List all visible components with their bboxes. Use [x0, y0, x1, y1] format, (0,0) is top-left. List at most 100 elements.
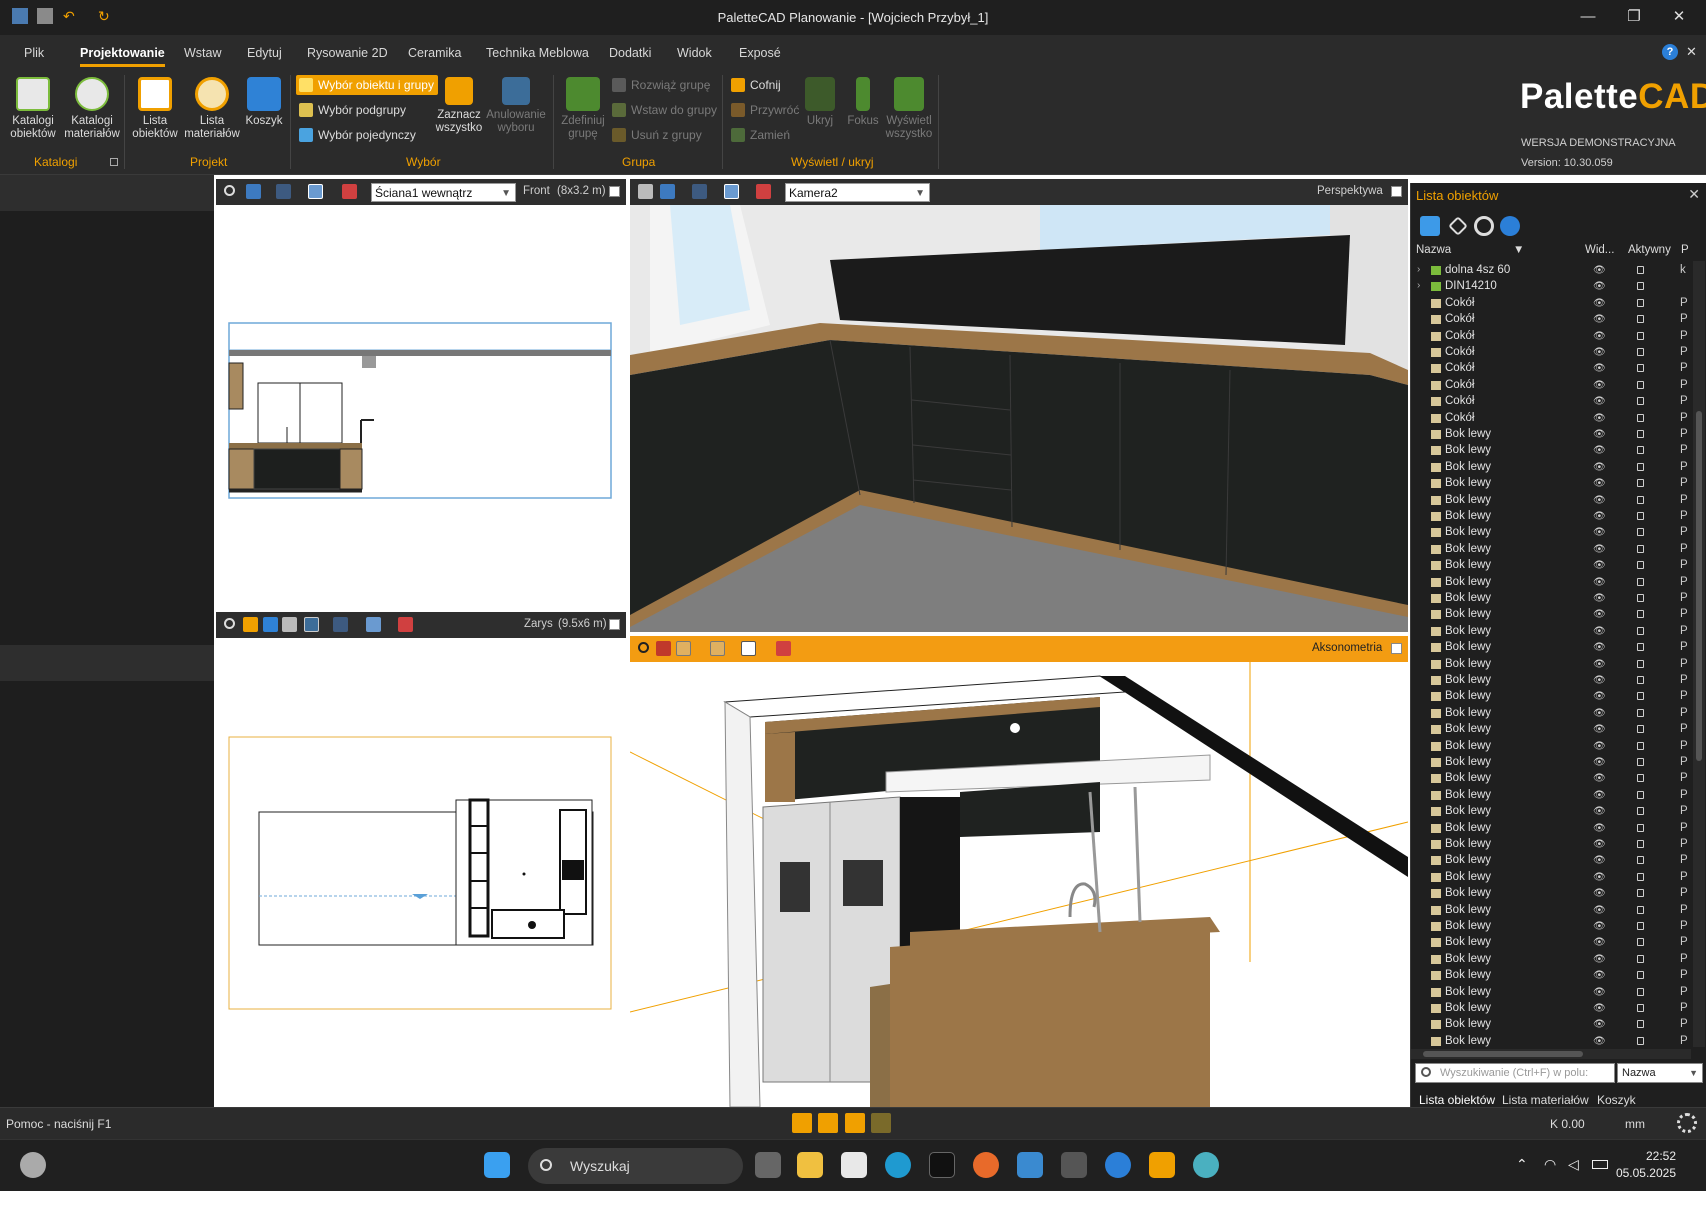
scrollbar-thumb[interactable] [1696, 411, 1702, 761]
visibility-icon[interactable]: 👁 [1593, 657, 1606, 673]
visibility-icon[interactable]: 👁 [1593, 935, 1606, 951]
cofnij-button[interactable]: Cofnij [728, 75, 781, 95]
wall-select[interactable]: Ściana1 wewnątrz ▼ [371, 183, 516, 202]
tab-lista-obiektow[interactable]: Lista obiektów [1419, 1093, 1495, 1107]
snap-icon[interactable] [792, 1113, 812, 1133]
fokus-button[interactable]: Fokus [843, 77, 883, 128]
lock-icon[interactable] [1637, 594, 1644, 602]
visibility-icon[interactable]: 👁 [1593, 919, 1606, 935]
visibility-icon[interactable]: 👁 [1593, 476, 1606, 492]
unit-select[interactable]: mm [1625, 1117, 1645, 1131]
visibility-icon[interactable]: 👁 [1593, 903, 1606, 919]
list-item[interactable]: Bok lewy 👁 P [1411, 1000, 1691, 1016]
lock-icon[interactable] [1637, 774, 1644, 783]
search-field-select[interactable]: Nazwa ▼ [1617, 1063, 1703, 1083]
zdefiniuj-grupe-button[interactable]: Zdefiniuj grupę [557, 77, 609, 141]
color-icon[interactable] [756, 184, 771, 199]
color-icon[interactable] [342, 184, 357, 199]
floor-plan-icon[interactable] [243, 617, 258, 632]
layers-icon[interactable] [366, 617, 381, 632]
wstaw-do-grupy-button[interactable]: Wstaw do grupy [609, 100, 717, 120]
lock-icon[interactable] [1637, 315, 1644, 324]
lock-icon[interactable] [1637, 364, 1644, 373]
lock-icon[interactable] [1637, 479, 1644, 488]
list-item[interactable]: Bok lewy 👁 P [1411, 557, 1691, 573]
visibility-icon[interactable]: 👁 [1593, 443, 1606, 459]
export-icon[interactable] [263, 617, 278, 632]
lock-icon[interactable] [1637, 430, 1644, 438]
list-item[interactable]: Bok lewy 👁 P [1411, 787, 1691, 803]
visibility-icon[interactable]: 👁 [1593, 460, 1606, 476]
lock-icon[interactable] [1637, 512, 1644, 520]
view-mode-icon[interactable] [246, 184, 261, 199]
light-icon[interactable] [710, 641, 725, 656]
column-p[interactable]: P [1681, 244, 1689, 256]
list-item[interactable]: Bok lewy 👁 P [1411, 524, 1691, 540]
visibility-icon[interactable]: 👁 [1593, 411, 1606, 427]
lock-icon[interactable] [1637, 692, 1644, 701]
visibility-icon[interactable]: 👁 [1593, 575, 1606, 591]
close-panel-icon[interactable]: ✕ [1688, 186, 1700, 203]
list-item[interactable]: Bok lewy 👁 P [1411, 475, 1691, 491]
task-view-icon[interactable] [755, 1152, 781, 1178]
list-item[interactable]: Cokół 👁 P [1411, 410, 1691, 426]
list-item[interactable]: Bok lewy 👁 P [1411, 803, 1691, 819]
lock-icon[interactable] [1637, 889, 1644, 898]
maximize-checkbox[interactable] [609, 619, 620, 630]
lock-icon[interactable] [1637, 413, 1644, 422]
lock-icon[interactable] [1637, 856, 1644, 865]
lock-icon[interactable] [1637, 1004, 1644, 1012]
lock-icon[interactable] [1637, 840, 1644, 848]
calculator-icon[interactable] [1061, 1152, 1087, 1178]
list-item[interactable]: Bok lewy 👁 P [1411, 738, 1691, 754]
lock-icon[interactable] [1637, 610, 1644, 619]
app-icon[interactable] [1105, 1152, 1131, 1178]
front-view[interactable]: Ściana1 wewnątrz ▼ Front (8x3.2 m) [216, 179, 626, 608]
katalogi-materialow-button[interactable]: Katalogi materiałów [64, 77, 120, 141]
tab-widok[interactable]: Widok [677, 46, 712, 60]
list-item[interactable]: Bok lewy 👁 P [1411, 656, 1691, 672]
visibility-icon[interactable]: 👁 [1593, 345, 1606, 361]
lock-icon[interactable] [1637, 544, 1644, 553]
list-item[interactable]: Bok lewy 👁 P [1411, 967, 1691, 983]
list-item[interactable]: Cokół 👁 P [1411, 377, 1691, 393]
expand-icon[interactable]: › [1417, 278, 1420, 294]
lista-obiektow-button[interactable]: Lista obiektów [128, 77, 182, 141]
tab-edytuj[interactable]: Edytuj [247, 46, 282, 60]
zoom-icon[interactable] [224, 185, 235, 196]
list-item[interactable]: Bok lewy 👁 P [1411, 459, 1691, 475]
list-item[interactable]: Cokół 👁 P [1411, 344, 1691, 360]
koszyk-button[interactable]: Koszyk [244, 77, 284, 128]
lock-icon[interactable] [1637, 872, 1644, 881]
visibility-icon[interactable]: 👁 [1593, 263, 1606, 279]
rozwiaz-grupe-button[interactable]: Rozwiąż grupę [609, 75, 710, 95]
maximize-checkbox[interactable] [609, 186, 620, 197]
app2-icon[interactable] [1193, 1152, 1219, 1178]
visibility-icon[interactable]: 👁 [1593, 985, 1606, 1001]
list-item[interactable]: Bok lewy 👁 P [1411, 574, 1691, 590]
visibility-icon[interactable]: 👁 [1593, 968, 1606, 984]
lock-icon[interactable] [1637, 397, 1644, 406]
list-item[interactable]: Bok lewy 👁 P [1411, 426, 1691, 442]
lock-icon[interactable] [1637, 643, 1644, 652]
list-item[interactable]: Bok lewy 👁 P [1411, 1016, 1691, 1032]
search-input[interactable]: Wyszukiwanie (Ctrl+F) w polu: [1415, 1063, 1615, 1083]
visibility-icon[interactable]: 👁 [1593, 673, 1606, 689]
tab-wstaw[interactable]: Wstaw [184, 46, 222, 60]
zoom-icon[interactable] [224, 618, 235, 629]
file-explorer-icon[interactable] [797, 1152, 823, 1178]
render-icon[interactable] [660, 184, 675, 199]
light-icon[interactable] [692, 184, 707, 199]
horizontal-scrollbar[interactable] [1411, 1049, 1691, 1059]
visibility-icon[interactable]: 👁 [1593, 952, 1606, 968]
tab-koszyk[interactable]: Koszyk [1597, 1093, 1636, 1107]
column-sort-icon[interactable]: ▼ [1513, 244, 1524, 256]
store-icon[interactable] [841, 1152, 867, 1178]
list-item[interactable]: Bok lewy 👁 P [1411, 852, 1691, 868]
lock-icon[interactable] [1637, 790, 1644, 799]
lock-icon[interactable] [1637, 626, 1644, 635]
lock-icon[interactable] [1637, 987, 1644, 996]
visibility-icon[interactable]: 👁 [1593, 329, 1606, 345]
orbit-icon[interactable] [656, 641, 671, 656]
lock-icon[interactable] [1637, 561, 1644, 570]
